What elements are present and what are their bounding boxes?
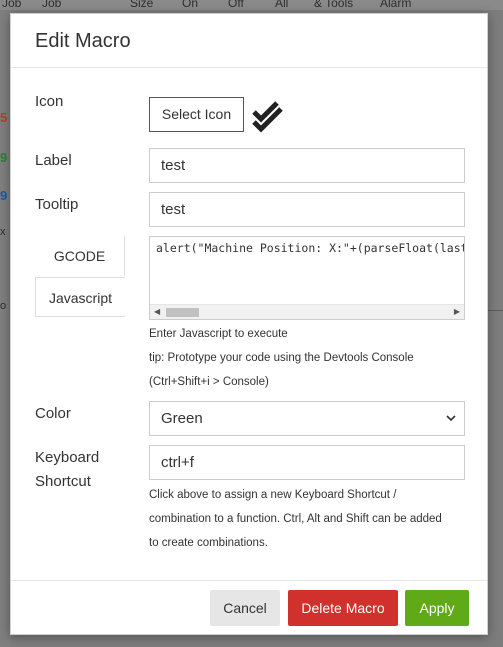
chevron-down-icon xyxy=(446,415,456,422)
edit-macro-dialog: Edit Macro Icon Select Icon Label test T… xyxy=(10,13,488,635)
tab-gcode[interactable]: GCODE xyxy=(35,236,125,276)
color-selected-value: Green xyxy=(161,410,203,427)
bg-header-tools: & Tools xyxy=(314,0,354,10)
bg-mark: 9 xyxy=(0,150,8,165)
bg-mark: 5 xyxy=(0,110,8,125)
delete-macro-button[interactable]: Delete Macro xyxy=(288,590,398,626)
code-help-3: (Ctrl+Shift+i > Console) xyxy=(149,376,269,388)
apply-button[interactable]: Apply xyxy=(405,590,469,626)
shortcut-help-1: Click above to assign a new Keyboard Sho… xyxy=(149,489,397,501)
label-field-label: Label xyxy=(35,152,72,169)
code-help-1: Enter Javascript to execute xyxy=(149,328,288,340)
color-label: Color xyxy=(35,405,71,422)
bg-header-all: All xyxy=(275,0,289,10)
keyboard-shortcut-input[interactable]: ctrl+f xyxy=(149,445,465,480)
footer-divider xyxy=(11,580,487,581)
bg-header-job-2: Job xyxy=(42,0,62,10)
tooltip-field-label: Tooltip xyxy=(35,196,79,213)
bg-mark: x xyxy=(0,226,6,238)
shortcut-label-line2: Shortcut xyxy=(35,473,91,490)
background-left-strip: 5 9 9 x o xyxy=(0,10,10,647)
icon-label: Icon xyxy=(35,93,64,110)
bg-header-on: On xyxy=(182,0,199,10)
background-divider xyxy=(488,310,503,311)
color-select[interactable]: Green xyxy=(149,401,465,436)
bg-header-size: Size xyxy=(130,0,154,10)
shortcut-help-3: to create combinations. xyxy=(149,537,268,549)
shortcut-label-line1: Keyboard xyxy=(35,449,100,466)
code-text: alert("Machine Position: X:"+(parseFloat… xyxy=(156,241,464,255)
bg-header-alarm: Alarm xyxy=(380,0,412,10)
scroll-left-arrow-icon[interactable]: ◀ xyxy=(154,307,160,316)
code-help-2: tip: Prototype your code using the Devto… xyxy=(149,352,414,364)
bg-header-off: Off xyxy=(228,0,244,10)
header-divider xyxy=(11,67,487,68)
dialog-title: Edit Macro xyxy=(35,30,131,52)
code-horizontal-scrollbar[interactable]: ◀ ▶ xyxy=(150,304,464,319)
javascript-code-editor[interactable]: alert("Machine Position: X:"+(parseFloat… xyxy=(149,236,465,320)
background-table-header: Job Job Size On Off All & Tools Alarm xyxy=(0,0,503,10)
bg-mark: 9 xyxy=(0,188,8,203)
bg-header-job: Job xyxy=(2,0,22,10)
tooltip-input[interactable]: test xyxy=(149,192,465,227)
label-input[interactable]: test xyxy=(149,148,465,183)
shortcut-help-2: combination to a function. Ctrl, Alt and… xyxy=(149,513,442,525)
scroll-thumb[interactable] xyxy=(166,308,199,317)
scroll-right-arrow-icon[interactable]: ▶ xyxy=(454,307,460,316)
tab-javascript[interactable]: Javascript xyxy=(35,277,125,317)
cancel-button[interactable]: Cancel xyxy=(210,590,280,626)
bg-mark: o xyxy=(0,300,7,312)
double-check-icon xyxy=(252,101,283,133)
select-icon-button[interactable]: Select Icon xyxy=(149,97,244,132)
